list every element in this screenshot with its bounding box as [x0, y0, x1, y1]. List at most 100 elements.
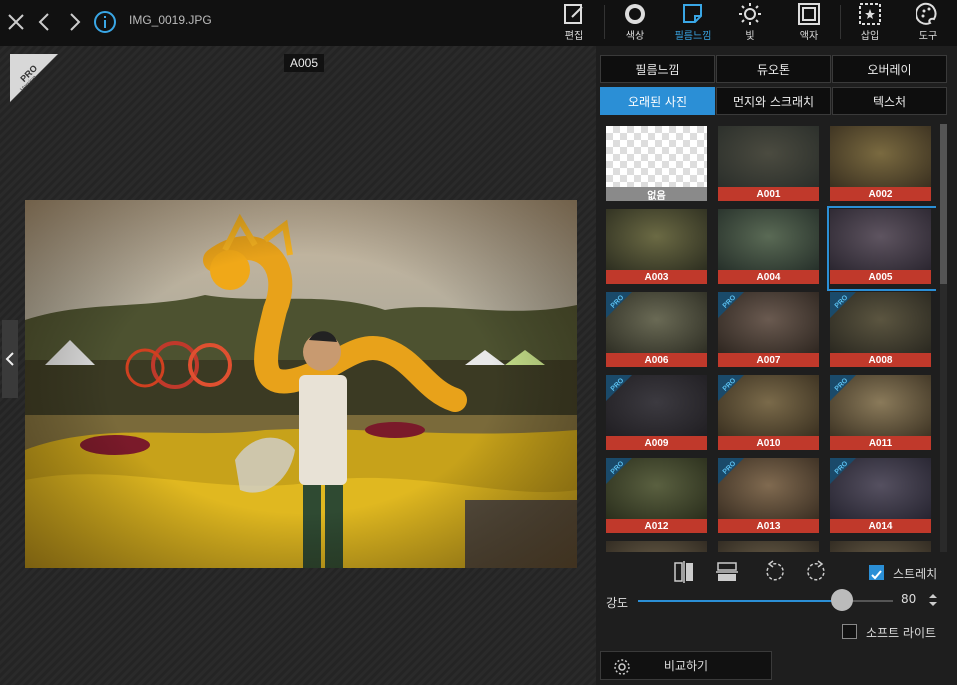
filter-thumbnail-partial[interactable] — [830, 541, 931, 552]
pro-version-badge: PRO Version — [10, 54, 58, 102]
thumbnail-image — [606, 209, 707, 270]
thumbnail-caption: A012 — [606, 519, 707, 533]
thumbnail-image — [718, 209, 819, 270]
flip-vertical-icon[interactable] — [716, 560, 738, 584]
filter-thumbnail[interactable]: A002 — [830, 126, 931, 201]
intensity-value: 80 — [901, 592, 917, 606]
grid-scrollbar[interactable] — [940, 124, 947, 552]
filter-thumbnail[interactable]: PRO A012 — [606, 458, 707, 533]
color-icon — [625, 4, 645, 24]
filter-thumbnail-partial[interactable] — [606, 541, 707, 552]
flip-horizontal-icon[interactable] — [673, 560, 695, 584]
pro-badge-icon: PRO — [606, 375, 632, 401]
tab-duotone[interactable]: 듀오톤 — [716, 55, 831, 83]
thumbnail-caption: A014 — [830, 519, 931, 533]
stretch-label: 스트레치 — [893, 567, 938, 581]
thumbnail-caption: 없음 — [606, 187, 707, 202]
thumbnail-image — [718, 541, 819, 552]
thumbnail-image — [718, 126, 819, 187]
filter-thumbnail-partial[interactable] — [718, 541, 819, 552]
slider-knob[interactable] — [831, 589, 853, 611]
tool-label: 빛 — [745, 31, 755, 42]
selected-filter-label: A005 — [284, 54, 325, 72]
compare-button[interactable]: 비교하기 — [600, 651, 772, 680]
light-icon — [739, 3, 761, 25]
tool-label: 색상 — [625, 31, 645, 42]
tool-film[interactable]: 필름느낌 — [670, 0, 716, 46]
insert-icon — [859, 3, 881, 25]
thumbnail-image — [830, 541, 931, 552]
rotate-left-icon[interactable] — [762, 560, 784, 584]
slider-fill — [638, 600, 842, 602]
pro-badge-icon: PRO — [718, 375, 744, 401]
thumbnail-caption: A011 — [830, 436, 931, 450]
film-icon — [683, 4, 702, 23]
tool-frame[interactable]: 액자 — [786, 0, 832, 46]
softlight-label: 소프트 라이트 — [866, 626, 937, 640]
pro-badge-icon: PRO — [830, 458, 856, 484]
subcategory-tabs: 오래된 사진 먼지와 스크래치 텍스처 — [600, 87, 948, 115]
palette-icon — [916, 2, 937, 25]
thumbnail-caption: A008 — [830, 353, 931, 367]
collapse-handle[interactable] — [2, 320, 18, 398]
thumbnail-caption: A005 — [830, 270, 931, 284]
tab-film[interactable]: 필름느낌 — [600, 55, 715, 83]
pro-badge-icon: PRO — [718, 292, 744, 318]
thumbnail-caption: A013 — [718, 519, 819, 533]
filter-thumbnail[interactable]: PRO A007 — [718, 292, 819, 367]
filter-thumbnail[interactable]: PRO A008 — [830, 292, 931, 367]
thumbnail-image — [606, 126, 707, 187]
stretch-checkbox[interactable] — [869, 565, 884, 580]
tab-old-photo[interactable]: 오래된 사진 — [600, 87, 715, 115]
intensity-slider[interactable] — [638, 600, 893, 602]
softlight-checkbox[interactable] — [842, 624, 857, 639]
filter-thumbnail[interactable]: PRO A006 — [606, 292, 707, 367]
pro-badge-icon: PRO — [830, 292, 856, 318]
filter-thumbnail[interactable]: A004 — [718, 209, 819, 284]
tool-insert[interactable]: 삽입 — [847, 0, 893, 46]
rotate-right-icon[interactable] — [807, 560, 829, 584]
filter-thumbnail[interactable]: PRO A011 — [830, 375, 931, 450]
tool-label: 편집 — [564, 31, 584, 42]
tool-label: 필름느낌 — [674, 31, 712, 42]
info-icon[interactable] — [91, 8, 119, 36]
compare-icon — [614, 659, 630, 675]
checkmark-icon — [871, 570, 882, 580]
tool-edit[interactable]: 편집 — [551, 0, 597, 46]
stepper-arrows-icon[interactable] — [928, 592, 938, 612]
filter-thumbnail[interactable]: A001 — [718, 126, 819, 201]
thumbnail-image — [830, 126, 931, 187]
tool-tools[interactable]: 도구 — [905, 0, 951, 46]
top-toolbar: IMG_0019.JPG 편집 색상 필름느낌 빛 액자 삽입 도구 — [0, 0, 957, 46]
filter-thumbnail[interactable]: A005 — [827, 206, 936, 291]
back-arrow-icon[interactable] — [31, 8, 59, 36]
thumbnail-image — [830, 209, 931, 270]
image-canvas: PRO Version A005 — [0, 46, 596, 685]
intensity-label: 강도 — [606, 596, 629, 610]
filter-thumbnail[interactable]: PRO A010 — [718, 375, 819, 450]
close-icon[interactable] — [2, 8, 30, 36]
filter-thumbnail[interactable]: 없음 — [606, 126, 707, 202]
filter-thumbnail[interactable]: PRO A013 — [718, 458, 819, 533]
category-tabs: 필름느낌 듀오톤 오버레이 — [600, 55, 948, 83]
tab-overlay[interactable]: 오버레이 — [832, 55, 947, 83]
filter-thumbnail[interactable]: PRO A009 — [606, 375, 707, 450]
tool-color[interactable]: 색상 — [612, 0, 658, 46]
photo-preview — [25, 200, 577, 568]
forward-arrow-icon[interactable] — [60, 8, 88, 36]
file-name: IMG_0019.JPG — [129, 13, 212, 27]
pro-badge-icon: PRO — [830, 375, 856, 401]
scrollbar-thumb[interactable] — [940, 124, 947, 284]
thumbnail-caption: A010 — [718, 436, 819, 450]
tab-texture[interactable]: 텍스처 — [832, 87, 947, 115]
thumbnail-caption: A009 — [606, 436, 707, 450]
filter-panel: 필름느낌 듀오톤 오버레이 오래된 사진 먼지와 스크래치 텍스처 없음 A001… — [596, 46, 957, 685]
thumbnail-caption: A002 — [830, 187, 931, 201]
filter-thumbnail[interactable]: A003 — [606, 209, 707, 284]
tool-light[interactable]: 빛 — [727, 0, 773, 46]
tab-dust-scratch[interactable]: 먼지와 스크래치 — [716, 87, 831, 115]
filter-thumbnail[interactable]: PRO A014 — [830, 458, 931, 533]
pro-badge-icon: PRO — [718, 458, 744, 484]
frame-icon — [798, 3, 820, 25]
filter-grid: 없음 A001 A002 A003 A004 A005 PRO A006 PRO A007 PRO A… — [606, 126, 936, 552]
